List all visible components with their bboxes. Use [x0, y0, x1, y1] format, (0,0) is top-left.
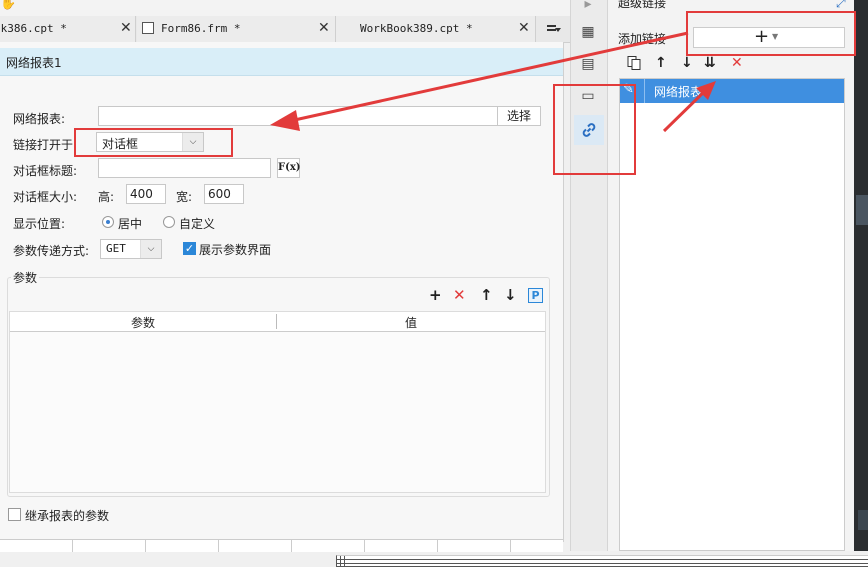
annotation-arrow-line [662, 88, 708, 133]
annotation-arrow-head [270, 110, 300, 131]
workbook-icon [336, 555, 868, 567]
annotation-arrow-line [289, 31, 689, 123]
annotation-arrows [270, 31, 716, 133]
